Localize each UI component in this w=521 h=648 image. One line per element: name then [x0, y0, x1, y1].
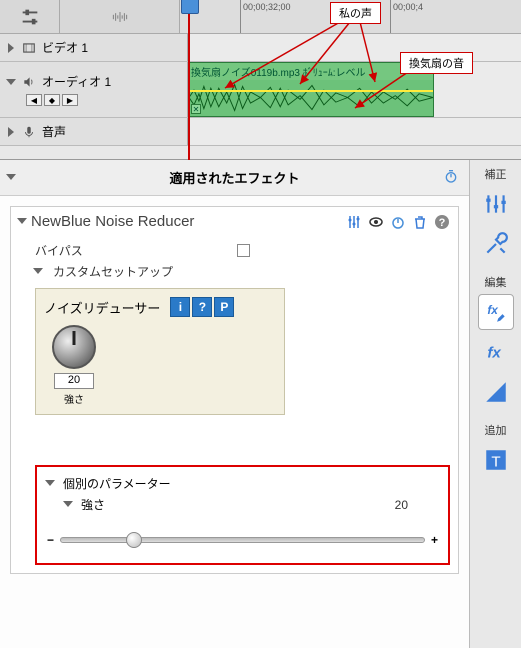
speaker-icon [22, 75, 36, 89]
volume-line[interactable] [189, 90, 433, 92]
strength-knob-group: 20 強さ [44, 325, 104, 406]
eye-icon[interactable] [368, 214, 384, 230]
preset-button[interactable]: P [214, 297, 234, 317]
strength-slider[interactable] [60, 537, 425, 543]
effect-inner: バイパス カスタムセットアップ ノイズリデューサー i ? [11, 236, 458, 573]
svg-text:?: ? [439, 217, 446, 229]
video-track-label: ビデオ 1 [42, 39, 88, 56]
audio-clip[interactable]: 換気扇ノイズ0119b.mp3 ﾎﾞﾘｭｰﾑ:レベル ✕ [188, 62, 434, 117]
bypass-checkbox[interactable] [237, 244, 250, 257]
effect-titlebar: NewBlue Noise Reducer ? [11, 207, 458, 236]
effect-name: NewBlue Noise Reducer [31, 213, 340, 230]
individual-params-box: 個別のパラメーター 強さ 20 − + [35, 465, 450, 565]
adjust-sliders-icon[interactable] [478, 186, 514, 222]
fx-edit-icon[interactable]: fx [478, 294, 514, 330]
playhead[interactable] [188, 0, 190, 160]
effects-panel: 適用されたエフェクト NewBlue Noise Reducer ? [0, 160, 521, 648]
audio-track-header[interactable]: オーディオ 1 ◀ ◆ ▶ [0, 62, 188, 117]
strength-slider-row: − + [47, 533, 438, 547]
tool-waveform-icon[interactable] [60, 0, 180, 34]
ruler-tick: 00;00;4 [390, 0, 423, 33]
audio-track-label: オーディオ 1 [42, 73, 111, 90]
svg-text:fx: fx [487, 344, 501, 361]
tool-adjust-icon[interactable] [0, 0, 60, 34]
expand-icon[interactable] [6, 127, 16, 137]
film-icon [22, 41, 36, 55]
clip-fx-handle[interactable]: ✕ [191, 104, 201, 114]
callout-fan-noise: 換気扇の音 [400, 52, 473, 74]
transition-icon[interactable] [478, 374, 514, 410]
track-keyframe-button[interactable]: ◆ [44, 94, 60, 106]
effect-block: NewBlue Noise Reducer ? バイパス [10, 206, 459, 574]
sidebar-add-section: 追加 T [470, 416, 521, 484]
slider-plus[interactable]: + [431, 533, 438, 547]
params-title: 個別のパラメーター [63, 475, 171, 492]
bypass-row: バイパス [35, 240, 450, 261]
video-track-header[interactable]: ビデオ 1 [0, 34, 188, 61]
effects-header: 適用されたエフェクト [0, 160, 469, 196]
clip-label: 換気扇ノイズ0119b.mp3 ﾎﾞﾘｭｰﾑ:レベル [189, 63, 433, 80]
ruler-tick: 00;00;32;00 [240, 0, 291, 33]
disclosure-icon[interactable] [47, 477, 53, 491]
sidebar-edit-section: 編集 fx fx [470, 268, 521, 416]
bypass-label: バイパス [35, 242, 83, 259]
param-strength-label: 強さ [81, 496, 105, 513]
effects-title: 適用されたエフェクト [169, 168, 299, 187]
track-prev-button[interactable]: ◀ [26, 94, 42, 106]
param-strength-row: 強さ 20 [47, 494, 438, 515]
stopwatch-small-icon[interactable] [390, 214, 406, 230]
timeline-panel: 00;00;32;00 00;00;4 ビデオ 1 オーディオ 1 ◀ ◆ ▶ [0, 0, 521, 160]
timeline-toolbar: 00;00;32;00 00;00;4 [0, 0, 521, 34]
text-icon[interactable]: T [478, 442, 514, 478]
disclosure-icon[interactable] [35, 265, 45, 279]
effects-body: NewBlue Noise Reducer ? バイパス [0, 196, 469, 648]
effects-main: 適用されたエフェクト NewBlue Noise Reducer ? [0, 160, 469, 648]
slider-minus[interactable]: − [47, 533, 54, 547]
custom-panel: ノイズリデューサー i ? P 20 強さ [35, 288, 285, 415]
mic-icon [22, 125, 36, 139]
reducer-title: ノイズリデューサー [44, 298, 160, 317]
strength-label: 強さ [64, 391, 84, 406]
voice-track: 音声 [0, 118, 521, 146]
disclosure-icon[interactable] [65, 498, 71, 512]
track-next-button[interactable]: ▶ [62, 94, 78, 106]
help-button[interactable]: ? [192, 297, 212, 317]
params-title-row: 個別のパラメーター [47, 473, 438, 494]
panel-disclosure-icon[interactable] [8, 170, 14, 185]
info-button[interactable]: i [170, 297, 190, 317]
effect-disclosure-icon[interactable] [19, 215, 25, 229]
svg-text:T: T [491, 454, 500, 471]
collapse-icon[interactable] [6, 77, 16, 87]
sidebar-edit-label: 編集 [485, 274, 507, 290]
sliders-icon[interactable] [346, 214, 362, 230]
voice-track-content[interactable] [188, 118, 521, 145]
voice-track-header[interactable]: 音声 [0, 118, 188, 145]
svg-text:fx: fx [487, 303, 499, 317]
slider-thumb[interactable] [126, 532, 142, 548]
voice-track-label: 音声 [42, 123, 66, 140]
strength-value[interactable]: 20 [54, 373, 94, 389]
sidebar-correct-section: 補正 [470, 160, 521, 268]
stopwatch-icon[interactable] [443, 168, 459, 187]
strength-knob[interactable] [52, 325, 96, 369]
right-sidebar: 補正 編集 fx fx 追加 T [469, 160, 521, 648]
tools-icon[interactable] [478, 226, 514, 262]
custom-setup-row: カスタムセットアップ [35, 261, 450, 282]
sidebar-correct-label: 補正 [485, 166, 507, 182]
param-strength-value[interactable]: 20 [395, 498, 408, 512]
fx-icon[interactable]: fx [478, 334, 514, 370]
help-icon[interactable]: ? [434, 214, 450, 230]
trash-icon[interactable] [412, 214, 428, 230]
custom-setup-label: カスタムセットアップ [53, 263, 173, 280]
waveform [189, 79, 433, 116]
expand-icon[interactable] [6, 43, 16, 53]
sidebar-add-label: 追加 [485, 422, 507, 438]
callout-my-voice: 私の声 [330, 2, 381, 24]
